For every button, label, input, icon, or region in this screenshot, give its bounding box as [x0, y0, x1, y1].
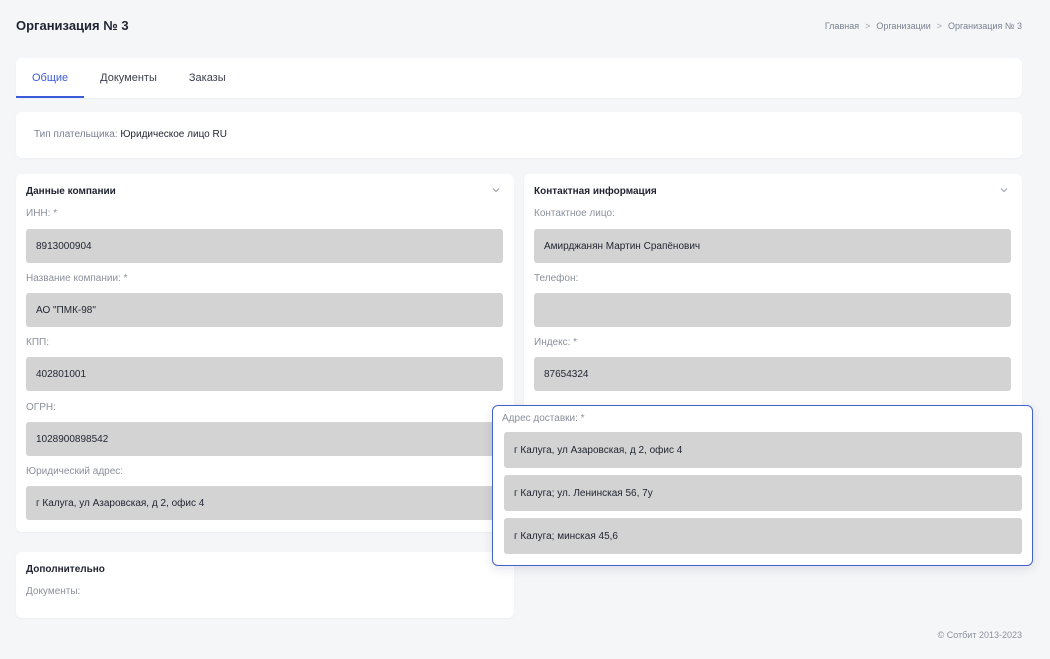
postal-index-label: Индекс: *: [534, 337, 578, 348]
breadcrumb-home[interactable]: Главная: [825, 21, 859, 31]
delivery-address-option[interactable]: г Калуга, ул Азаровская, д 2, офис 4: [504, 432, 1022, 468]
legal-address-field[interactable]: г Калуга, ул Азаровская, д 2, офис 4: [26, 486, 503, 520]
chevron-down-icon[interactable]: [998, 184, 1010, 196]
company-name-label: Название компании: *: [26, 273, 128, 284]
phone-field[interactable]: [534, 293, 1011, 327]
additional-card: Дополнительно Документы:: [16, 552, 514, 618]
company-data-title: Данные компании: [26, 186, 116, 197]
delivery-address-option[interactable]: г Калуга; минская 45,6: [504, 518, 1022, 554]
page-title: Организация № 3: [16, 18, 129, 33]
tab-bar: Общие Документы Заказы: [16, 58, 1022, 98]
contact-person-field[interactable]: Амирджанян Мартин Срапёнович: [534, 229, 1011, 263]
payer-type-value: Юридическое лицо RU: [120, 129, 227, 140]
legal-address-label: Юридический адрес:: [26, 466, 124, 477]
breadcrumb-organizations[interactable]: Организации: [876, 21, 930, 31]
kpp-field[interactable]: 402801001: [26, 357, 503, 391]
delivery-address-option[interactable]: г Калуга; ул. Ленинская 56, 7у: [504, 475, 1022, 511]
page-header: Организация № 3 Главная > Организации > …: [16, 18, 1022, 40]
contact-person-label: Контактное лицо:: [534, 208, 615, 219]
breadcrumb: Главная > Организации > Организация № 3: [825, 21, 1022, 31]
company-name-field[interactable]: АО "ПМК-98": [26, 293, 503, 327]
inn-field[interactable]: 8913000904: [26, 229, 503, 263]
payer-type-label: Тип плательщика:: [34, 129, 118, 140]
chevron-down-icon[interactable]: [490, 184, 502, 196]
company-data-card: Данные компании ИНН: * 8913000904 Назван…: [16, 174, 514, 532]
payer-type-card: Тип плательщика: Юридическое лицо RU: [16, 112, 1022, 158]
inn-label: ИНН: *: [26, 208, 58, 219]
tab-general[interactable]: Общие: [16, 58, 85, 98]
ogrn-field[interactable]: 1028900898542: [26, 422, 503, 456]
contact-info-title: Контактная информация: [534, 186, 657, 197]
tabs-card: Общие Документы Заказы: [16, 58, 1022, 98]
page: Организация № 3 Главная > Организации > …: [0, 0, 1050, 659]
delivery-address-label: Адрес доставки: *: [502, 413, 585, 424]
contact-info-card: Контактная информация Контактное лицо: А…: [524, 174, 1022, 424]
phone-label: Телефон:: [534, 273, 579, 284]
kpp-label: КПП:: [26, 337, 49, 348]
breadcrumb-current: Организация № 3: [948, 21, 1022, 31]
breadcrumb-separator: >: [936, 21, 943, 31]
tab-orders[interactable]: Заказы: [173, 58, 242, 98]
ogrn-label: ОГРН:: [26, 402, 56, 413]
payer-type: Тип плательщика: Юридическое лицо RU: [34, 129, 227, 140]
postal-index-field[interactable]: 87654324: [534, 357, 1011, 391]
footer-copyright: © Сотбит 2013-2023: [937, 630, 1022, 640]
breadcrumb-separator: >: [865, 21, 871, 31]
delivery-address-dropdown[interactable]: Адрес доставки: * г Калуга, ул Азаровска…: [492, 405, 1033, 566]
additional-title: Дополнительно: [26, 564, 105, 575]
documents-label: Документы:: [26, 586, 81, 597]
tab-documents[interactable]: Документы: [84, 58, 173, 98]
